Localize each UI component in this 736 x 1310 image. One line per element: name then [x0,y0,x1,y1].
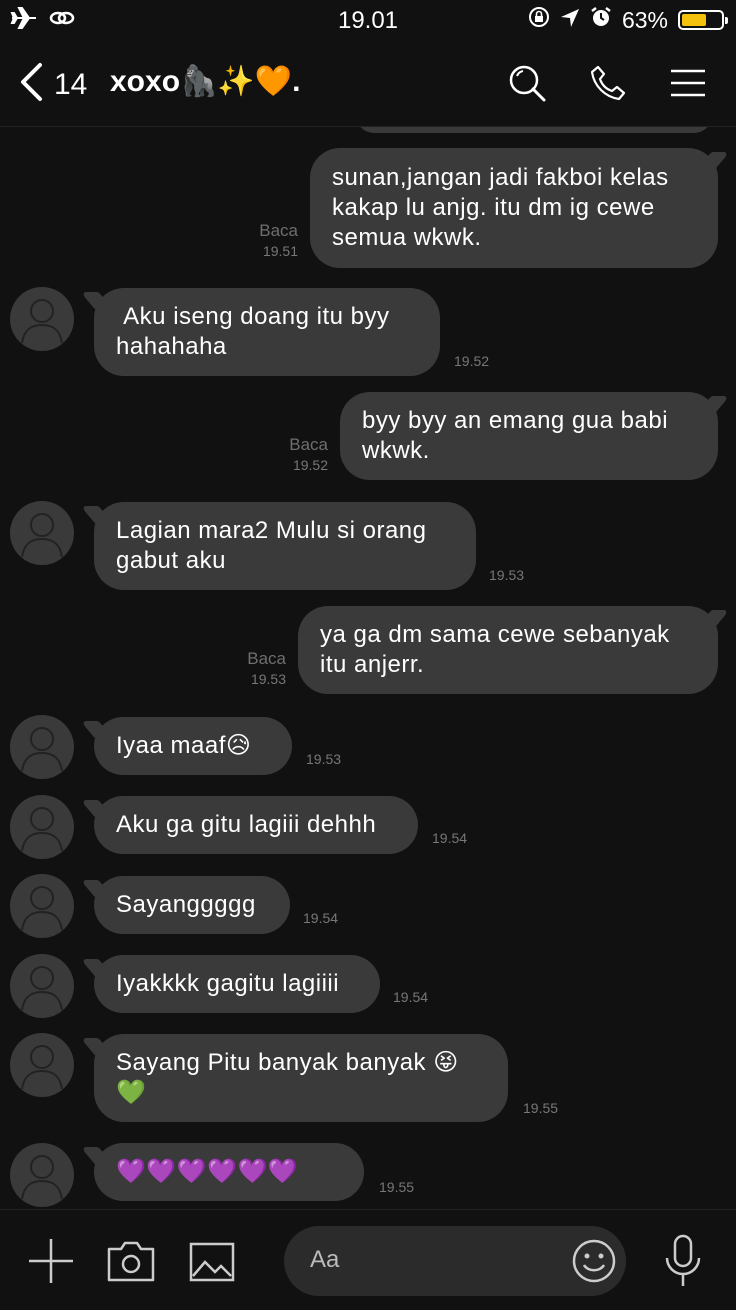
message-bubble-incoming[interactable]: Aku ga gitu lagiii dehhh [94,796,418,854]
message-time: 19.55 [523,1100,559,1116]
menu-icon[interactable] [670,69,706,102]
person-silhouette-icon [21,1045,63,1090]
search-icon[interactable] [508,64,546,107]
message-time: 19.53 [306,751,342,767]
battery-icon [678,10,728,30]
message-bubble-incoming[interactable]: Lagian mara2 Mulu si orang gabut aku [94,502,476,590]
chevron-left-icon [18,62,44,107]
avatar[interactable] [10,287,74,351]
message-bubble-incoming[interactable]: Aku iseng doang itu byy hahahaha [94,288,440,376]
plus-icon[interactable] [28,1238,74,1289]
message-bubble-incoming[interactable]: Iyaa maaf😥 [94,717,292,775]
read-label: Baca [247,649,286,668]
person-silhouette-icon [21,727,63,772]
message-bubble-incoming[interactable]: Sayanggggg [94,876,290,934]
unread-count: 14 [54,67,88,101]
message-bubble-partial[interactable] [356,127,712,133]
message-time: 19.54 [432,830,468,846]
message-time: 19.53 [250,671,286,687]
location-icon [560,7,580,34]
read-label: Baca [259,221,298,240]
avatar[interactable] [10,954,74,1018]
message-time: 19.53 [489,567,525,583]
camera-icon[interactable] [107,1240,155,1287]
message-time: 19.55 [379,1179,415,1195]
message-bubble-outgoing[interactable]: sunan,jangan jadi fakboi kelas kakap lu … [310,148,718,268]
message-input-placeholder: Aa [310,1246,340,1273]
status-bar: 19.01 63% [0,0,736,40]
avatar[interactable] [10,1033,74,1097]
avatar[interactable] [10,795,74,859]
message-bubble-incoming[interactable]: 💜💜💜💜💜💜 [94,1143,364,1201]
message-bubble-incoming[interactable]: Sayang Pitu banyak banyak 😝 💚 [94,1034,508,1122]
person-silhouette-icon [21,807,63,852]
chat-title[interactable]: xoxo🦍✨🧡. [110,64,300,99]
phone-icon[interactable] [590,65,626,106]
battery-fill [682,14,706,26]
person-silhouette-icon [21,299,63,344]
emoji-icon[interactable] [572,1239,616,1288]
read-receipt: Baca 19.53 [218,649,286,689]
chat-header: 14 xoxo🦍✨🧡. [0,40,736,127]
message-list[interactable]: Baca 19.51 sunan,jangan jadi fakboi kela… [0,127,736,1207]
message-input[interactable]: Aa [284,1226,626,1296]
message-bubble-outgoing[interactable]: byy byy an emang gua babi wkwk. [340,392,718,480]
image-icon[interactable] [189,1242,235,1287]
message-time: 19.52 [292,457,328,473]
alarm-icon [590,6,612,34]
read-receipt: Baca 19.52 [260,435,328,475]
battery-percent: 63% [621,6,668,33]
message-bubble-incoming[interactable]: Iyakkkk gagitu lagiiii [94,955,380,1013]
message-time: 19.54 [393,989,429,1005]
microphone-icon[interactable] [664,1234,702,1293]
avatar[interactable] [10,501,74,565]
message-time: 19.52 [454,353,490,369]
rotation-lock-icon [528,6,550,34]
person-silhouette-icon [21,1155,63,1200]
avatar[interactable] [10,715,74,779]
person-silhouette-icon [21,886,63,931]
composer-bar: Aa [0,1209,736,1310]
person-silhouette-icon [21,513,63,558]
avatar[interactable] [10,874,74,938]
back-button[interactable]: 14 [18,62,87,107]
message-time: 19.51 [262,243,298,259]
avatar[interactable] [10,1143,74,1207]
read-label: Baca [289,435,328,454]
message-time: 19.54 [303,910,339,926]
read-receipt: Baca 19.51 [230,221,298,261]
person-silhouette-icon [21,966,63,1011]
message-bubble-outgoing[interactable]: ya ga dm sama cewe sebanyak itu anjerr. [298,606,718,694]
